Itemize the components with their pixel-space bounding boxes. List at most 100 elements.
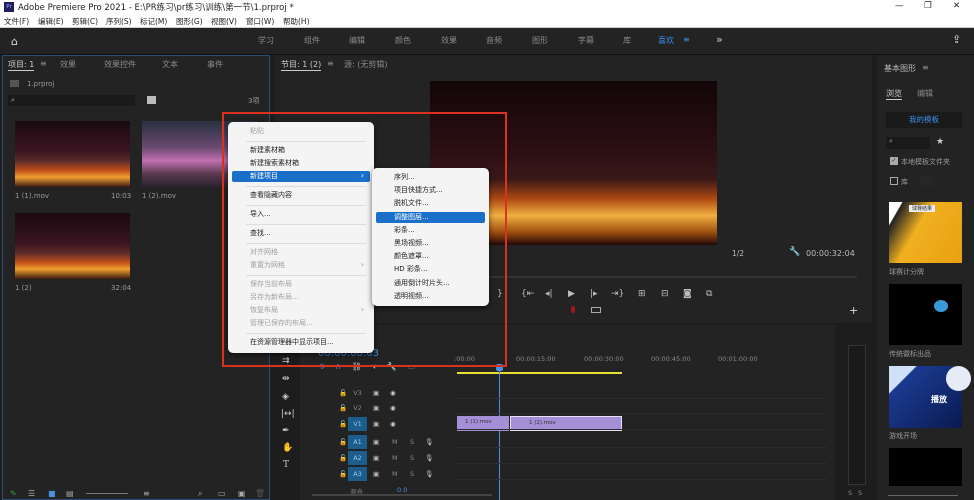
solo-button[interactable]: S [410, 470, 414, 478]
go-to-out-icon[interactable]: ⇥} [611, 289, 624, 299]
camera-icon[interactable]: ◙ [683, 289, 692, 299]
microphone-icon[interactable]: 🎙 [425, 438, 433, 446]
eye-icon[interactable]: ◉ [390, 404, 396, 412]
menu-3[interactable]: 序列(S) [106, 16, 132, 27]
icon-view-icon[interactable]: ■ [48, 489, 56, 498]
pencil-icon[interactable]: ✎ [10, 489, 17, 498]
freeform-view-icon[interactable]: ▤ [66, 489, 74, 498]
menu-0[interactable]: 文件(F) [4, 16, 29, 27]
trash-icon[interactable]: 🗑 [255, 489, 265, 498]
solo-left[interactable]: S [848, 489, 852, 497]
essential-graphics-menu-icon[interactable]: ≡ [922, 63, 929, 72]
workspace-overflow-button[interactable]: » [716, 33, 723, 46]
tab-program[interactable]: 节目: 1 (2) [281, 59, 322, 71]
new-bin-icon[interactable]: ▭ [218, 489, 226, 498]
solo-button[interactable]: S [410, 438, 414, 446]
menu-1[interactable]: 编辑(E) [38, 16, 64, 27]
workspace-tab[interactable]: 库 [623, 35, 631, 46]
track-lock-icon[interactable]: 🔓 [339, 438, 347, 446]
local-templates-checkbox[interactable]: ✓ [890, 157, 898, 165]
menu-6[interactable]: 视图(V) [211, 16, 237, 27]
track-target-V2[interactable]: V2 [348, 401, 367, 415]
workspace-tab[interactable]: 组件 [304, 35, 320, 46]
favorites-star-icon[interactable]: ★ [936, 137, 944, 147]
track-target-V3[interactable]: V3 [348, 386, 367, 400]
workspace-tab[interactable]: 颜色 [395, 35, 411, 46]
tab-project-3[interactable]: 文本 [162, 59, 178, 70]
share-icon[interactable]: ⇪ [952, 33, 961, 46]
go-to-in-icon[interactable]: {⇤ [521, 289, 534, 299]
project-menu-icon[interactable]: ≡ [40, 59, 47, 68]
track-lock-icon[interactable]: 🔓 [339, 420, 347, 428]
workspace-tab[interactable]: 编辑 [349, 35, 365, 46]
track-target-A2[interactable]: A2 [348, 451, 367, 465]
tab-project-4[interactable]: 事件 [207, 59, 223, 70]
slip-icon[interactable]: |↔| [281, 409, 295, 419]
track-target-A1[interactable]: A1 [348, 435, 367, 449]
menu-5[interactable]: 图形(G) [176, 16, 203, 27]
minimize-button[interactable]: — [895, 1, 904, 11]
workspace-menu-icon[interactable]: ≡ [683, 35, 690, 44]
play-icon[interactable]: ▶ [568, 289, 575, 299]
lift-icon[interactable]: ⊞ [638, 289, 646, 299]
sort-icon[interactable]: ≡ [143, 489, 150, 498]
mix-value[interactable]: 0.0 [397, 486, 407, 494]
razor-icon[interactable]: ◈ [282, 392, 289, 402]
close-button[interactable]: ✕ [953, 1, 960, 11]
clip-thumbnail[interactable] [15, 121, 130, 187]
sync-lock-icon[interactable]: ▣ [373, 438, 379, 446]
project-search-input[interactable]: ⌕ [8, 95, 135, 106]
resolution-select[interactable]: 1/2 [732, 249, 774, 258]
mute-button[interactable]: M [392, 438, 398, 446]
step-back-icon[interactable]: ◂| [545, 289, 553, 299]
template-thumbnail[interactable] [889, 448, 962, 486]
new-bin-icon[interactable] [147, 96, 156, 104]
library-select[interactable] [920, 175, 932, 187]
vr-icon[interactable] [591, 307, 601, 313]
track-lock-icon[interactable]: 🔓 [339, 404, 347, 412]
menu-7[interactable]: 窗口(W) [246, 16, 274, 27]
tab-source[interactable]: 源: (无剪辑) [344, 59, 387, 70]
record-icon[interactable] [571, 306, 575, 313]
workspace-tab[interactable]: 音频 [486, 35, 502, 46]
workspace-tab[interactable]: 图形 [532, 35, 548, 46]
type-icon[interactable]: T [283, 460, 289, 470]
hand-icon[interactable]: ✋ [282, 443, 293, 453]
eye-icon[interactable]: ◉ [390, 389, 396, 397]
mute-button[interactable]: M [392, 454, 398, 462]
ripple-edit-icon[interactable]: ⇹ [282, 374, 290, 384]
tab-project-2[interactable]: 效果控件 [104, 59, 136, 70]
track-target-V1[interactable]: V1 [348, 417, 367, 431]
workspace-tab[interactable]: 喜欢 [658, 35, 674, 46]
eye-icon[interactable]: ◉ [390, 420, 396, 428]
workspace-tab[interactable]: 效果 [441, 35, 457, 46]
track-lock-icon[interactable]: 🔓 [339, 470, 347, 478]
track-lock-icon[interactable]: 🔓 [339, 389, 347, 397]
sync-lock-icon[interactable]: ▣ [373, 389, 379, 397]
workspace-tab[interactable]: 学习 [258, 35, 274, 46]
wrench-icon[interactable]: 🔧 [789, 247, 800, 257]
solo-right[interactable]: S [858, 489, 862, 497]
sync-lock-icon[interactable]: ▣ [373, 470, 379, 478]
compare-icon[interactable]: ⧉ [706, 289, 712, 299]
clip-thumbnail[interactable] [15, 213, 130, 279]
add-button[interactable]: + [849, 304, 858, 317]
restore-button[interactable]: ❐ [924, 1, 932, 11]
home-icon[interactable]: ⌂ [11, 35, 18, 48]
track-lock-icon[interactable]: 🔓 [339, 454, 347, 462]
sync-lock-icon[interactable]: ▣ [373, 404, 379, 412]
microphone-icon[interactable]: 🎙 [425, 454, 433, 462]
new-item-icon[interactable]: ▣ [238, 489, 246, 498]
extract-icon[interactable]: ⊟ [661, 289, 669, 299]
sync-lock-icon[interactable]: ▣ [373, 454, 379, 462]
tab-project-0[interactable]: 项目: 1 [8, 59, 35, 71]
tab-browse[interactable]: 浏览 [886, 88, 902, 100]
sync-lock-icon[interactable]: ▣ [373, 420, 379, 428]
library-checkbox[interactable] [890, 177, 898, 185]
pen-icon[interactable]: ✒ [282, 426, 290, 436]
template-thumbnail[interactable] [889, 284, 962, 345]
work-area-bar[interactable] [457, 372, 622, 374]
list-view-icon[interactable]: ☰ [28, 489, 35, 498]
program-menu-icon[interactable]: ≡ [327, 59, 334, 68]
mute-button[interactable]: M [392, 470, 398, 478]
